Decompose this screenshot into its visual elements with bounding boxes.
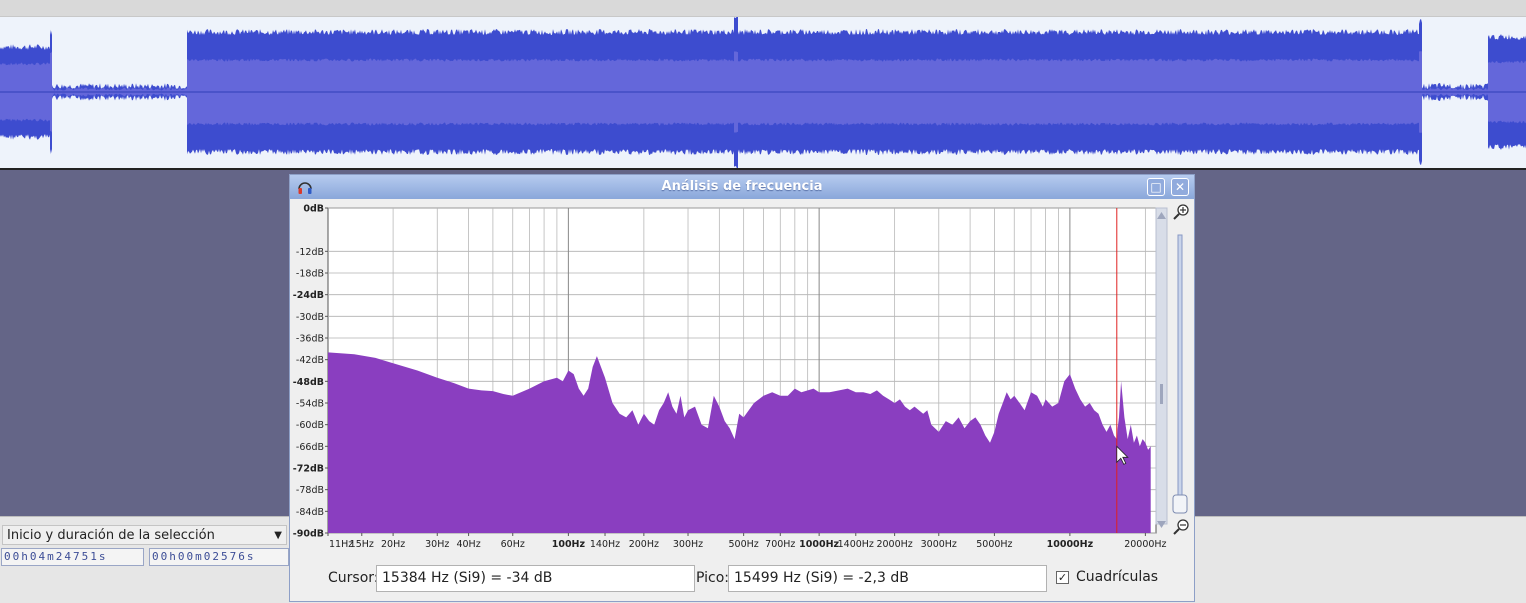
zoom-slider-track[interactable]: [1177, 234, 1183, 510]
x-tick-label: 15Hz: [350, 539, 374, 550]
x-tick-label: 30Hz: [425, 539, 449, 550]
y-tick-label: -66dB: [296, 442, 324, 453]
x-tick-label: 300Hz: [673, 539, 703, 550]
grids-checkbox[interactable]: ✓: [1056, 571, 1069, 584]
x-tick-label: 20000Hz: [1124, 539, 1166, 550]
close-icon[interactable]: ✕: [1171, 178, 1189, 196]
y-tick-label: -24dB: [293, 290, 324, 301]
x-tick-label: 20Hz: [381, 539, 405, 550]
y-axis-labels: 0dB -12dB -18dB -24dB -30dB -36dB -42dB -48dB -5…: [293, 204, 328, 540]
dialog-titlebar[interactable]: Análisis de frecuencia □ ✕: [290, 175, 1194, 199]
y-tick-label: -36dB: [296, 334, 324, 345]
y-tick-label: -30dB: [296, 312, 324, 323]
cursor-label: Cursor:: [328, 570, 379, 586]
waveform-graphic: [0, 17, 1526, 168]
y-tick-label: -78dB: [296, 485, 324, 496]
x-tick-label: 60Hz: [501, 539, 525, 550]
y-tick-label: -90dB: [293, 529, 324, 540]
x-tick-label: 5000Hz: [976, 539, 1012, 550]
frequency-analysis-dialog: Análisis de frecuencia □ ✕ 0dB -12dB -18dB…: [289, 174, 1195, 602]
x-tick-label: 10000Hz: [1047, 539, 1094, 550]
x-tick-label: 1400Hz: [838, 539, 874, 550]
peak-label: Pico:: [696, 570, 730, 586]
x-tick-label: 100Hz: [552, 539, 586, 550]
x-axis-labels: 11Hz15Hz 20Hz 30Hz 40Hz 60Hz 100Hz 140Hz 200Hz 3…: [327, 533, 1167, 550]
selection-length-time[interactable]: 00h00m02576s: [149, 548, 289, 566]
audio-track-waveform[interactable]: [0, 17, 1526, 170]
x-tick-label: 40Hz: [456, 539, 480, 550]
y-tick-label: -84dB: [296, 507, 324, 518]
zoom-slider-thumb[interactable]: [1172, 494, 1188, 514]
dropdown-arrow-icon[interactable]: ▼: [274, 526, 282, 546]
spectrum-plot-panel: 0dB -12dB -18dB -24dB -30dB -36dB -42dB -48dB -5…: [290, 199, 1194, 550]
y-tick-label: -60dB: [296, 420, 324, 431]
x-tick-label: 200Hz: [629, 539, 659, 550]
y-tick-label: -48dB: [293, 377, 324, 388]
y-tick-label: -54dB: [296, 399, 324, 410]
selection-mode-dropdown[interactable]: Inicio y duración de la selección ▼: [2, 525, 287, 545]
x-tick-label: 3000Hz: [921, 539, 957, 550]
selection-start-time[interactable]: 00h04m24751s: [1, 548, 144, 566]
spectrum-chart[interactable]: 0dB -12dB -18dB -24dB -30dB -36dB -42dB -48dB -5…: [290, 199, 1194, 561]
zoom-in-icon[interactable]: [1173, 204, 1189, 220]
y-tick-label: -72dB: [293, 464, 324, 475]
peak-value-field[interactable]: 15499 Hz (Si9) = -2,3 dB: [728, 565, 1047, 592]
dialog-title: Análisis de frecuencia: [661, 179, 823, 194]
grids-label: Cuadrículas: [1076, 569, 1159, 585]
x-tick-label: 140Hz: [590, 539, 620, 550]
maximize-icon[interactable]: □: [1147, 178, 1165, 196]
x-tick-label: 2000Hz: [876, 539, 912, 550]
x-tick-label: 700Hz: [765, 539, 795, 550]
y-tick-label: 0dB: [303, 204, 324, 215]
y-tick-label: -42dB: [296, 355, 324, 366]
x-tick-label: 500Hz: [729, 539, 759, 550]
y-tick-label: -12dB: [296, 247, 324, 258]
zoom-out-icon[interactable]: [1173, 519, 1189, 535]
x-tick-label: 1000Hz: [799, 539, 839, 550]
cursor-value-field[interactable]: 15384 Hz (Si9) = -34 dB: [376, 565, 695, 592]
vertical-scrollbar[interactable]: [1155, 207, 1168, 525]
top-toolbar-strip: [0, 0, 1526, 17]
selection-mode-label: Inicio y duración de la selección: [7, 528, 215, 543]
y-tick-label: -18dB: [296, 269, 324, 280]
